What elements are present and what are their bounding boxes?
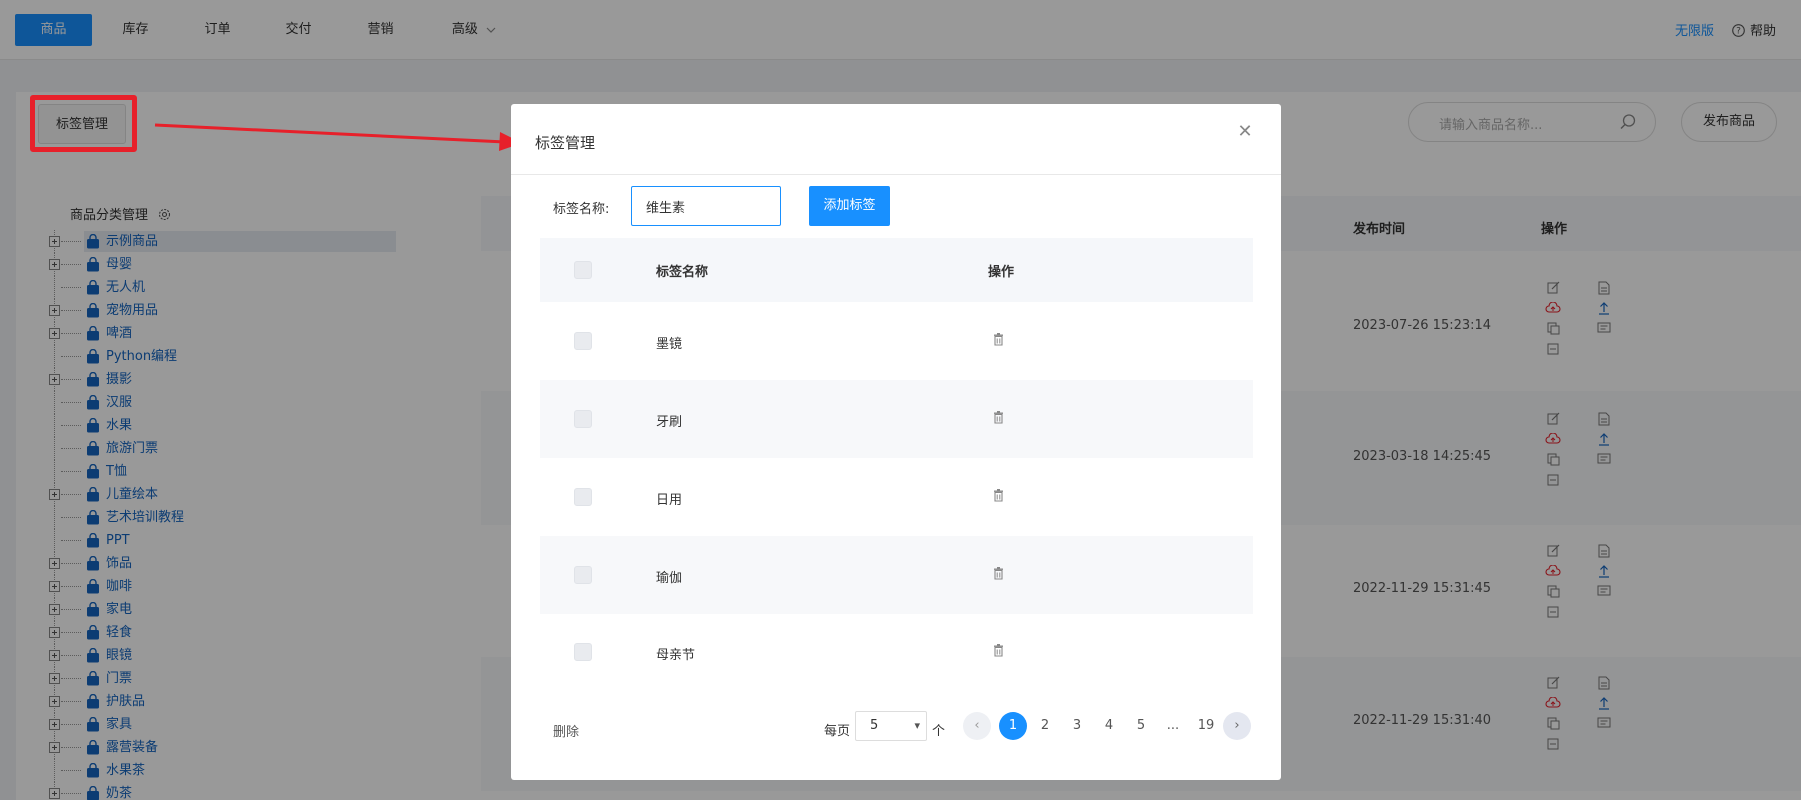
tag-row: 牙刷 (540, 380, 1253, 458)
page-button[interactable]: 3 (1063, 712, 1091, 740)
select-all-checkbox[interactable] (574, 261, 592, 279)
prev-page-button[interactable]: ‹ (963, 712, 991, 740)
row-checkbox[interactable] (574, 410, 592, 428)
page-button[interactable]: 2 (1031, 712, 1059, 740)
per-page-select[interactable]: 5 ▾ (855, 711, 927, 741)
tag-table-header: 标签名称 操作 (540, 238, 1253, 302)
trash-icon[interactable] (993, 333, 1004, 350)
trash-icon[interactable] (993, 567, 1004, 584)
bulk-delete-link[interactable]: 删除 (553, 721, 579, 740)
annotation-highlight-box (30, 95, 137, 152)
tag-name: 墨镜 (656, 337, 683, 352)
tag-name-label: 标签名称: (553, 202, 610, 217)
next-page-button[interactable]: › (1223, 712, 1251, 740)
tag-row: 日用 (540, 458, 1253, 536)
per-page-unit: 个 (932, 724, 946, 739)
trash-icon[interactable] (993, 644, 1004, 661)
tag-name: 日用 (656, 493, 683, 508)
tag-name: 牙刷 (656, 415, 683, 430)
row-checkbox[interactable] (574, 332, 592, 350)
pagination-ellipsis: ... (1166, 718, 1180, 733)
tag-management-modal: 标签管理 ✕ 标签名称: 添加标签 标签名称 操作 墨镜牙刷日用瑜伽母亲节 删除… (511, 104, 1281, 780)
close-icon[interactable]: ✕ (1233, 120, 1257, 144)
tag-row: 墨镜 (540, 302, 1253, 380)
row-checkbox[interactable] (574, 643, 592, 661)
tag-row: 瑜伽 (540, 536, 1253, 614)
trash-icon[interactable] (993, 411, 1004, 428)
modal-divider (511, 174, 1281, 175)
chevron-down-icon: ▾ (914, 719, 920, 732)
tag-name: 母亲节 (656, 648, 696, 663)
col-tag-name: 标签名称 (656, 265, 709, 280)
per-page-value: 5 (870, 718, 879, 733)
per-page-label: 每页 (824, 724, 851, 739)
tag-table: 标签名称 操作 墨镜牙刷日用瑜伽母亲节 (540, 238, 1253, 690)
col-op: 操作 (988, 265, 1015, 280)
tag-name-input[interactable] (631, 186, 781, 226)
page-button[interactable]: 1 (999, 712, 1027, 740)
page-button[interactable]: 19 (1189, 712, 1223, 740)
annotation-arrow-icon (154, 123, 522, 151)
page-button[interactable]: 5 (1127, 712, 1155, 740)
modal-title: 标签管理 (535, 134, 596, 152)
tag-row: 母亲节 (540, 614, 1253, 690)
row-checkbox[interactable] (574, 566, 592, 584)
trash-icon[interactable] (993, 489, 1004, 506)
page-button[interactable]: 4 (1095, 712, 1123, 740)
tag-name: 瑜伽 (656, 571, 683, 586)
row-checkbox[interactable] (574, 488, 592, 506)
add-tag-button[interactable]: 添加标签 (809, 186, 890, 226)
